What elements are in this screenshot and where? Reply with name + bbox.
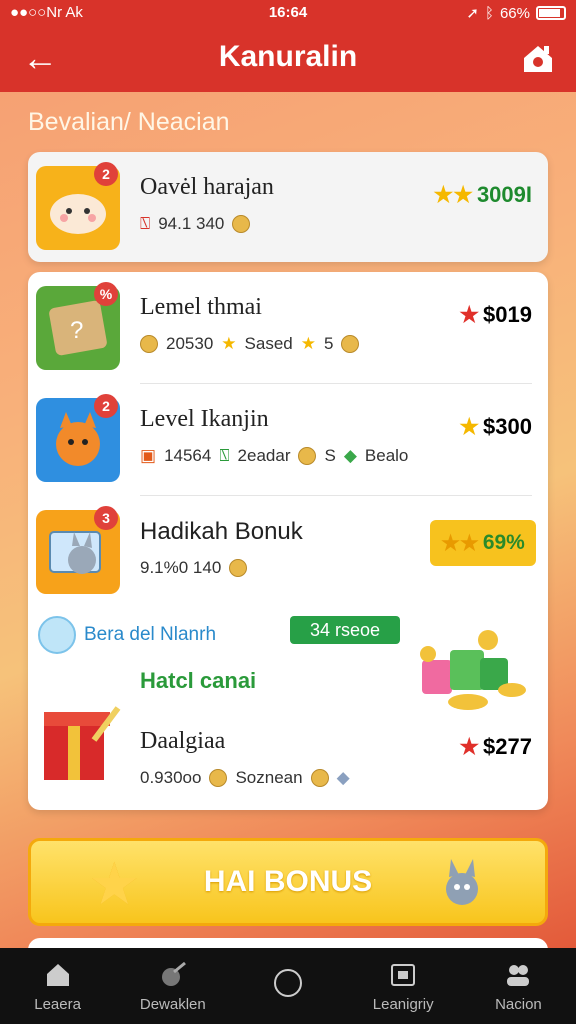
hai-bonus-button[interactable]: ★ HAI BONUS xyxy=(28,838,548,926)
promo-bubble-label: Bera del Nlanrh xyxy=(84,624,217,645)
tab-home[interactable]: Leaera xyxy=(0,948,115,1024)
tab-label: Nacion xyxy=(495,995,542,1013)
meta-value: 14564 xyxy=(164,446,212,465)
level-name: Level Ikanjin xyxy=(140,406,269,432)
notification-badge: 2 xyxy=(94,394,118,418)
level-name: Oavėl harajan xyxy=(140,174,274,200)
bottom-tab-bar: Leaera Dewaklen Leanigriy Nacion xyxy=(0,948,576,1024)
battery-percent: 66% xyxy=(499,4,530,22)
gem-icon: ◆ xyxy=(336,768,350,787)
level-name: Hadikah Bonuk xyxy=(140,518,303,545)
level-name: Daalgiaa xyxy=(140,728,226,754)
section-heading: Bevalian/ Neacian xyxy=(28,108,230,136)
notification-badge: 2 xyxy=(94,162,118,186)
reward-value-container: ★★ 3009I xyxy=(433,182,532,208)
chat-bubble-icon xyxy=(38,616,76,654)
notification-badge: % xyxy=(94,282,118,306)
meta-value: 0.930oo xyxy=(140,768,202,787)
list-item[interactable]: 2 Level Ikanjin ▣ 14564 ⍂ 2eadar S ◆ Bea… xyxy=(28,384,548,494)
list-item[interactable]: 2 Oavėl harajan ⍂ 94.1 340 ★★ 3009I xyxy=(28,152,548,262)
circle-icon xyxy=(274,969,302,997)
home-icon xyxy=(46,963,69,986)
users-icon xyxy=(507,964,530,986)
ladder-icon: ⍂ xyxy=(219,446,230,465)
mascot-icon xyxy=(446,859,478,905)
meta-value: Sased xyxy=(244,334,293,353)
coin-icon xyxy=(310,769,329,787)
bluetooth-icon: ᛒ xyxy=(484,4,494,22)
reward-value: $019 xyxy=(483,302,532,327)
tab-label: Leanigriy xyxy=(372,995,434,1013)
star-icon: ★ xyxy=(221,334,237,353)
star-icon: ★ xyxy=(459,734,480,759)
tab-leaderboard[interactable]: Leanigriy xyxy=(346,948,461,1024)
reward-value: 69% xyxy=(482,531,525,554)
reward-value-container: ★ $277 xyxy=(459,734,532,760)
bonus-button-label: HAI BONUS xyxy=(203,865,373,898)
list-item[interactable]: Daalgiaa 0.930oo Soznean ◆ ★ $277 xyxy=(28,700,548,810)
coin-icon xyxy=(140,335,158,353)
photo-frame-icon xyxy=(391,963,416,986)
home-icon[interactable] xyxy=(520,40,556,76)
tab-label: Leaera xyxy=(34,995,81,1013)
coin-icon xyxy=(298,447,317,465)
coin-icon xyxy=(341,335,360,353)
list-item[interactable]: ? % Lemel thmai 20530 ★ Sased ★ 5 ★ $019 xyxy=(28,272,548,382)
level-meta: ▣ 14564 ⍂ 2eadar S ◆ Bealo xyxy=(140,446,408,466)
meta-value: 2eadar xyxy=(237,446,291,465)
promo-subtitle: Hatcl canai xyxy=(140,668,257,693)
ladder-icon: ⍂ xyxy=(140,214,151,233)
level-card[interactable]: 2 Oavėl harajan ⍂ 94.1 340 ★★ 3009I xyxy=(28,152,548,262)
tab-label: Dewaklen xyxy=(139,995,206,1013)
tab-profile[interactable]: Nacion xyxy=(461,948,576,1024)
notification-badge: 3 xyxy=(94,506,118,530)
promo-header: Bera del Nlanrh xyxy=(38,616,216,654)
gem-icon: ◆ xyxy=(343,446,357,465)
reward-value: 3009I xyxy=(476,182,532,207)
page-title: Kanuralin xyxy=(218,40,358,73)
tab-rewards[interactable]: Dewaklen xyxy=(115,948,230,1024)
meta-value: 20530 xyxy=(166,334,214,353)
coin-icon xyxy=(209,769,228,787)
meta-value: Bealo xyxy=(364,446,409,465)
meta-value: Soznean xyxy=(235,768,303,787)
levels-list-card: ? % Lemel thmai 20530 ★ Sased ★ 5 ★ $019… xyxy=(28,272,548,810)
star-icon: ★ xyxy=(459,302,480,327)
reward-value: $277 xyxy=(483,734,532,759)
level-meta: ⍂ 94.1 340 xyxy=(140,214,251,234)
meta-value: 5 xyxy=(323,334,334,353)
reward-value-container: ★ $019 xyxy=(459,302,532,328)
chest-icon: ▣ xyxy=(140,446,157,465)
coin-icon xyxy=(232,215,251,233)
level-meta: 20530 ★ Sased ★ 5 xyxy=(140,334,360,354)
app-header: ← Kanuralin xyxy=(0,26,576,92)
meta-value: 9.1%0 140 xyxy=(140,558,222,577)
status-bar: ●●○○Nr Ak 16:64 ➚ ᛒ 66% xyxy=(0,0,576,26)
svg-text:?: ? xyxy=(70,317,83,344)
coin-icon xyxy=(229,559,248,577)
meta-value: 94.1 340 xyxy=(158,214,225,233)
paint-brush-icon xyxy=(161,961,186,986)
reward-pill[interactable]: ★★ 69% xyxy=(430,520,536,566)
star-icon: ★★ xyxy=(441,531,479,555)
reward-value-container: ★ $300 xyxy=(459,414,532,440)
promo-count-pill: 34 rseoe xyxy=(290,616,400,644)
level-meta: 0.930oo Soznean ◆ xyxy=(140,768,350,788)
gift-box-icon xyxy=(44,706,121,780)
meta-value: S xyxy=(324,446,336,465)
level-meta: 9.1%0 140 xyxy=(140,558,248,578)
list-item[interactable]: 3 Hadikah Bonuk 9.1%0 140 ★★ 69% xyxy=(28,496,548,606)
location-icon: ➚ xyxy=(466,5,479,22)
star-icon: ★ xyxy=(91,856,138,914)
battery-icon xyxy=(536,6,566,20)
star-icon: ★★ xyxy=(433,182,473,207)
star-icon: ★ xyxy=(459,414,480,439)
star-icon: ★ xyxy=(300,334,316,353)
tab-center[interactable] xyxy=(230,948,345,1024)
reward-value: $300 xyxy=(483,414,532,439)
level-name: Lemel thmai xyxy=(140,294,262,320)
